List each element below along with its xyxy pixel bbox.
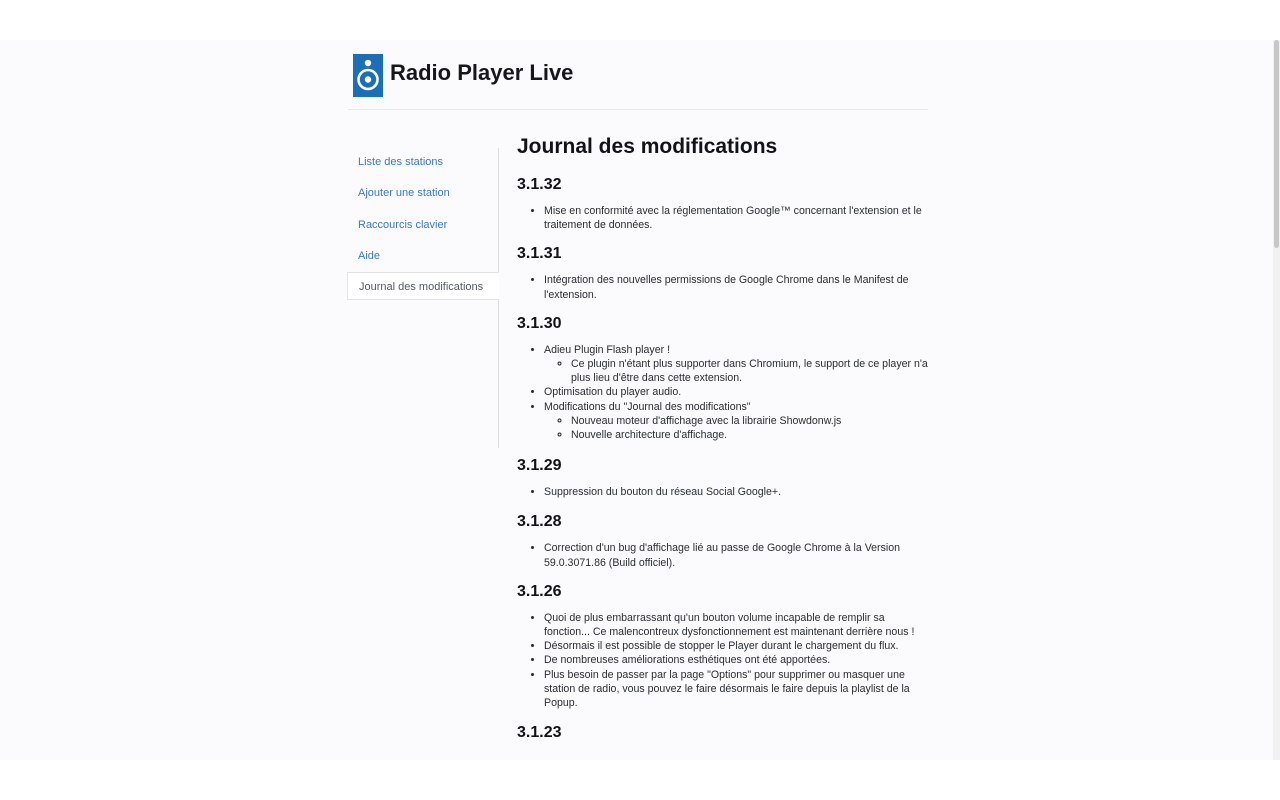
version-section: 3.1.32 Mise en conformité avec la réglem…	[517, 175, 932, 232]
sub-change-list: Nouveau moteur d'affichage avec la libra…	[544, 414, 932, 442]
version-section: 3.1.30 Adieu Plugin Flash player ! Ce pl…	[517, 314, 932, 442]
change-item: Adieu Plugin Flash player ! Ce plugin n'…	[544, 343, 932, 386]
version-heading: 3.1.23	[517, 724, 562, 742]
version-section: 3.1.26 Quoi de plus embarrassant qu'un b…	[517, 582, 932, 710]
change-list: Mise en conformité avec la réglementatio…	[517, 204, 932, 232]
app-title: Radio Player Live	[390, 60, 574, 85]
version-section: 3.1.23	[517, 723, 932, 743]
version-heading: 3.1.32	[517, 176, 562, 193]
header: Radio Player Live	[348, 52, 928, 110]
sidebar-item-raccourcis-clavier[interactable]: Raccourcis clavier	[347, 211, 496, 239]
change-list: Correction d'un bug d'affichage lié au p…	[517, 541, 932, 569]
sidebar-item-aide[interactable]: Aide	[347, 242, 496, 270]
change-item: De nombreuses améliorations esthétiques …	[544, 653, 932, 667]
changelog-content: Journal des modifications 3.1.32 Mise en…	[517, 132, 932, 743]
version-heading: 3.1.30	[517, 314, 562, 332]
version-heading: 3.1.28	[517, 513, 562, 531]
change-item: Quoi de plus embarrassant qu'un bouton v…	[544, 611, 932, 639]
sub-change-item: Nouvelle architecture d'affichage.	[571, 428, 932, 442]
sidebar-item-liste-des-stations[interactable]: Liste des stations	[347, 148, 496, 176]
sub-change-list: Ce plugin n'étant plus supporter dans Ch…	[544, 357, 932, 385]
scrollbar-thumb[interactable]	[1274, 40, 1279, 248]
page: Radio Player Live Liste des stations Ajo…	[0, 40, 1273, 760]
page-title: Journal des modifications	[517, 135, 778, 158]
change-list: Quoi de plus embarrassant qu'un bouton v…	[517, 611, 932, 710]
change-list: Suppression du bouton du réseau Social G…	[517, 485, 932, 499]
sub-change-item: Nouveau moteur d'affichage avec la libra…	[571, 414, 932, 428]
change-item: Suppression du bouton du réseau Social G…	[544, 485, 932, 499]
change-item: Intégration des nouvelles permissions de…	[544, 273, 932, 301]
change-list: Intégration des nouvelles permissions de…	[517, 273, 932, 301]
change-item: Désormais il est possible de stopper le …	[544, 639, 932, 653]
sidebar-item-journal-des-modifications[interactable]: Journal des modifications	[347, 272, 499, 300]
change-item-text: Adieu Plugin Flash player !	[544, 343, 671, 356]
change-item: Modifications du "Journal des modificati…	[544, 400, 932, 443]
sidebar-item-ajouter-une-station[interactable]: Ajouter une station	[347, 179, 496, 207]
version-heading: 3.1.31	[517, 245, 562, 263]
change-item: Optimisation du player audio.	[544, 385, 932, 399]
version-section: 3.1.28 Correction d'un bug d'affichage l…	[517, 512, 932, 569]
speaker-icon	[353, 54, 383, 97]
version-section: 3.1.29 Suppression du bouton du réseau S…	[517, 456, 932, 499]
version-heading: 3.1.29	[517, 457, 562, 475]
change-item: Mise en conformité avec la réglementatio…	[544, 204, 932, 232]
sidebar-nav: Liste des stations Ajouter une station R…	[347, 148, 499, 448]
version-section: 3.1.31 Intégration des nouvelles permiss…	[517, 244, 932, 301]
change-item-text: Modifications du "Journal des modificati…	[544, 400, 751, 413]
sub-change-item: Ce plugin n'étant plus supporter dans Ch…	[571, 357, 932, 385]
change-item: Correction d'un bug d'affichage lié au p…	[544, 541, 932, 569]
version-heading: 3.1.26	[517, 582, 562, 600]
change-list: Adieu Plugin Flash player ! Ce plugin n'…	[517, 343, 932, 442]
change-item: Plus besoin de passer par la page "Optio…	[544, 668, 932, 711]
